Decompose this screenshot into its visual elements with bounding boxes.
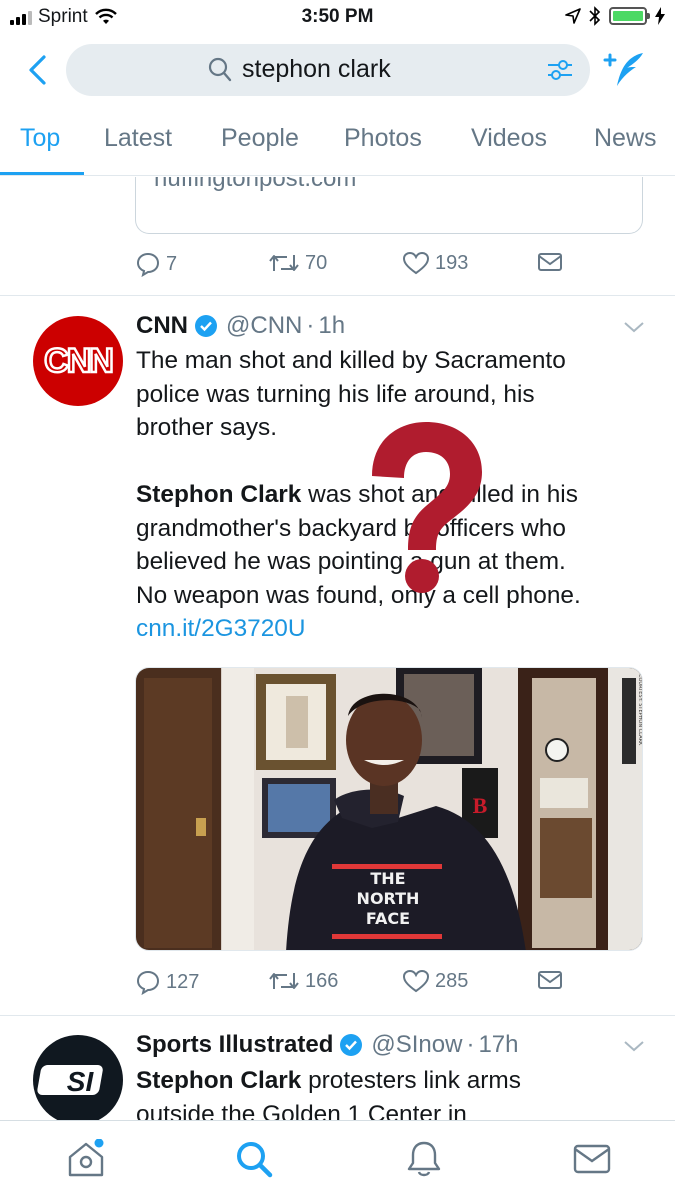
svg-text:SI: SI <box>67 1066 95 1097</box>
tweet-header: CNN @CNN · 1h <box>136 312 345 340</box>
like-count: 193 <box>435 251 469 274</box>
retweet-button[interactable]: 166 <box>268 969 338 993</box>
avatar[interactable]: CNN <box>33 316 123 406</box>
tweet-divider <box>0 295 675 296</box>
separator-dot: · <box>466 1031 475 1058</box>
tweet-line: outside the Golden 1 Center in <box>136 1100 467 1121</box>
tweet-time: 17h <box>478 1031 519 1058</box>
direct-message-button[interactable] <box>537 251 563 273</box>
tweet-link[interactable]: cnn.it/2G3720U <box>136 612 646 646</box>
like-button[interactable]: 193 <box>402 251 468 275</box>
messages-envelope-icon[interactable] <box>572 1139 612 1179</box>
search-tabs: Top Latest People Photos Videos News <box>0 112 675 176</box>
filter-sliders-icon[interactable] <box>546 57 574 83</box>
separator-dot: · <box>306 312 315 339</box>
search-query: stephon clark <box>242 55 391 83</box>
tweet-text: Stephon Clark protesters link arms outsi… <box>136 1064 646 1120</box>
search-header: stephon clark <box>0 42 675 98</box>
author-name[interactable]: Sports Illustrated <box>136 1031 333 1059</box>
chevron-down-icon[interactable] <box>623 320 645 334</box>
tweet-actions: 7 70 193 <box>135 251 575 283</box>
tab-top[interactable]: Top <box>20 124 60 153</box>
search-input[interactable]: stephon clark <box>66 44 590 96</box>
status-bar: Sprint 3:50 PM <box>0 0 675 36</box>
charging-bolt-icon <box>655 7 665 25</box>
hashtag-name[interactable]: Stephon Clark <box>136 481 301 508</box>
reply-button[interactable]: 127 <box>135 969 199 995</box>
retweet-count: 166 <box>305 969 339 992</box>
retweet-button[interactable]: 70 <box>268 251 327 275</box>
like-button[interactable]: 285 <box>402 969 468 993</box>
back-arrow-icon[interactable] <box>24 54 54 86</box>
tweet-actions: 127 166 285 <box>135 969 575 1001</box>
bluetooth-icon <box>589 6 601 26</box>
heart-icon <box>402 251 430 275</box>
cnn-logo-icon: CNN <box>43 341 116 382</box>
tab-photos[interactable]: Photos <box>344 124 422 153</box>
author-handle[interactable]: @SInow <box>371 1031 462 1059</box>
tweet-photo[interactable]: B THE NORTH FACE COURTESY: STEPHON CLARK <box>135 667 643 951</box>
svg-text:FACE: FACE <box>366 909 410 928</box>
tweet-line: Stephon Clark protesters link arms <box>136 1064 646 1098</box>
reply-count: 7 <box>166 252 178 275</box>
verified-badge-icon <box>195 315 217 337</box>
search-tab-icon[interactable] <box>234 1139 274 1179</box>
reply-count: 127 <box>166 970 200 993</box>
retweet-icon <box>269 255 299 271</box>
home-icon[interactable] <box>66 1139 106 1179</box>
status-right <box>565 6 665 26</box>
si-logo-icon: SI <box>37 1065 103 1097</box>
reply-button[interactable]: 7 <box>135 251 177 277</box>
tweet-line-rest: protesters link arms <box>301 1067 521 1094</box>
tweet-divider <box>0 1015 675 1016</box>
svg-text:NORTH: NORTH <box>357 889 420 908</box>
tweet-line: The man shot and killed by Sacramento <box>136 347 566 374</box>
tab-news[interactable]: News <box>594 124 657 153</box>
active-tab-indicator <box>0 172 84 175</box>
author-name[interactable]: CNN <box>136 312 188 340</box>
heart-icon <box>402 969 430 993</box>
link-domain: huffingtonpost.com <box>154 177 357 192</box>
author-handle[interactable]: @CNN <box>226 312 302 340</box>
verified-badge-icon <box>340 1034 363 1056</box>
question-mark-overlay <box>372 422 482 593</box>
compose-tweet-icon[interactable] <box>603 50 647 90</box>
battery-icon <box>609 7 650 25</box>
tab-people[interactable]: People <box>221 124 299 153</box>
link-preview-card[interactable]: huffingtonpost.com <box>135 177 643 234</box>
search-icon <box>208 57 232 82</box>
svg-text:COURTESY: STEPHON CLARK: COURTESY: STEPHON CLARK <box>637 674 643 746</box>
svg-text:B: B <box>473 793 488 818</box>
chevron-down-icon[interactable] <box>623 1039 645 1053</box>
envelope-icon <box>538 971 562 989</box>
direct-message-button[interactable] <box>537 969 563 991</box>
retweet-count: 70 <box>305 251 328 274</box>
tweet-feed[interactable]: huffingtonpost.com 7 70 193 CNN CNN @CNN… <box>0 177 675 1120</box>
avatar[interactable]: SI <box>33 1035 123 1120</box>
photo-image: B THE NORTH FACE COURTESY: STEPHON CLARK <box>136 668 643 950</box>
tweet-time: 1h <box>318 312 346 339</box>
tab-videos[interactable]: Videos <box>471 124 547 153</box>
bottom-tab-bar <box>0 1120 675 1200</box>
tweet-line: police was turning his life around, his <box>136 380 535 408</box>
tweet-header: Sports Illustrated @SInow · 17h <box>136 1031 519 1059</box>
hashtag-name[interactable]: Stephon Clark <box>136 1067 301 1094</box>
like-count: 285 <box>435 969 469 992</box>
reply-icon <box>136 252 160 277</box>
notifications-bell-icon[interactable] <box>404 1139 444 1179</box>
svg-text:THE: THE <box>370 869 405 888</box>
svg-text:CNN: CNN <box>44 342 112 380</box>
reply-icon <box>136 970 160 995</box>
envelope-icon <box>538 253 562 271</box>
tab-latest[interactable]: Latest <box>104 124 172 153</box>
location-arrow-icon <box>565 8 581 24</box>
retweet-icon <box>269 973 299 989</box>
